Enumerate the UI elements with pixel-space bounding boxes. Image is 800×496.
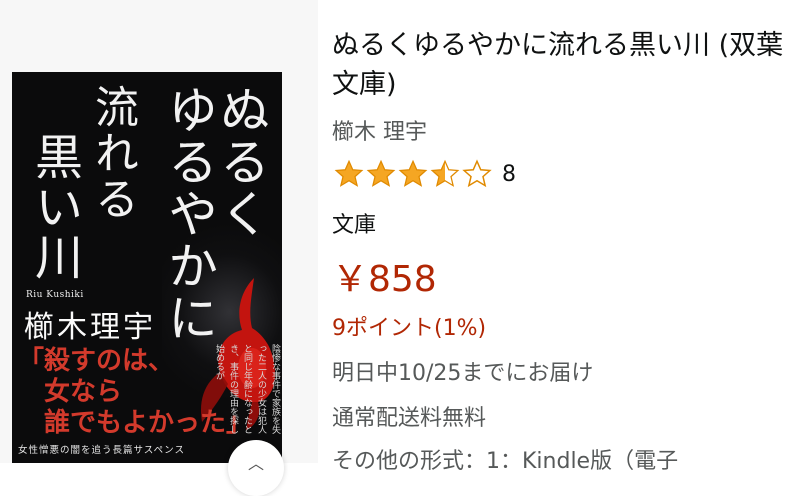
cover-blurb: 陰惨な事件で家族を失った二人の少女は犯人と同じ年齢になったとき、事件の理由を探し… xyxy=(214,344,280,434)
star-icon xyxy=(398,159,428,187)
star-icon xyxy=(366,159,396,187)
cover-tagline: 女性憎悪の闇を追う長篇サスペンス xyxy=(18,445,185,456)
star-icon xyxy=(334,159,364,187)
product-image-panel: ぬるく ゆるやかに 流れる 黒い川 Riu Kushiki 櫛木理宇 「殺すのは… xyxy=(0,0,318,496)
cover-title-line-3: 流れる xyxy=(87,84,138,222)
shipping-info: 通常配送料無料 xyxy=(332,406,487,431)
delivery-date: 明日中10/25までにお届け xyxy=(332,361,594,386)
product-author[interactable]: 櫛木 理宇 xyxy=(332,114,427,146)
cover-author-romaji: Riu Kushiki xyxy=(26,290,84,300)
rating-stars[interactable]: 8 xyxy=(334,157,516,191)
empty-star-icon xyxy=(462,159,492,188)
scroll-top-button[interactable]: ︿ xyxy=(228,440,284,496)
cover-author-name: 櫛木理宇 xyxy=(24,310,156,345)
book-cover-image[interactable]: ぬるく ゆるやかに 流れる 黒い川 Riu Kushiki 櫛木理宇 「殺すのは… xyxy=(12,72,282,463)
cover-title-line-1: ぬるく xyxy=(212,84,270,240)
rating-count[interactable]: 8 xyxy=(502,162,516,187)
chevron-up-icon: ︿ xyxy=(248,454,265,473)
cover-title-line-4: 黒い川 xyxy=(26,132,82,282)
product-price: ￥858 xyxy=(332,259,437,300)
product-format: 文庫 xyxy=(332,213,377,238)
other-formats-link[interactable]: その他の形式：1：Kindle版（電子 xyxy=(332,443,678,475)
product-details: ぬるくゆるやかに流れる黒い川 (双葉文庫) 櫛木 理宇 8 文庫 ￥858 9ポ… xyxy=(332,0,800,474)
half-star-icon xyxy=(430,159,460,187)
product-title[interactable]: ぬるくゆるやかに流れる黒い川 (双葉文庫) xyxy=(332,26,792,104)
product-points: 9ポイント(1%) xyxy=(332,316,487,341)
